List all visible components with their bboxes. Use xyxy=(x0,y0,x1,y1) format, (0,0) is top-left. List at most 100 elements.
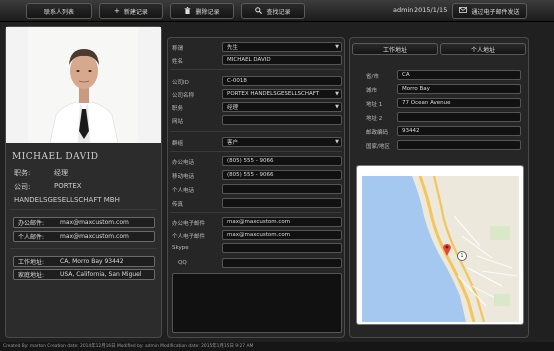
contact-name: MICHAEL DAVID xyxy=(12,152,99,162)
mobile-phone-value: (805) 555 - 9066 xyxy=(227,172,274,178)
personal-email-field-value: max@maxcustom.com xyxy=(227,232,291,238)
office-email-row[interactable]: 办公邮件: max@maxcustom.com xyxy=(13,217,155,228)
website-label: 网站 xyxy=(172,119,184,125)
office-email-label: 办公邮件: xyxy=(18,220,45,227)
office-phone-field[interactable]: (805) 555 - 9066 xyxy=(222,156,342,166)
office-phone-value: (805) 555 - 9066 xyxy=(227,158,274,164)
find-record-button[interactable]: 查找记录 xyxy=(241,3,305,19)
record-metadata-footer: Created By: marton Creation date: 2014年1… xyxy=(0,342,554,351)
tab-work-address[interactable]: 工作地址 xyxy=(352,43,438,55)
send-email-button[interactable]: 通过电子邮件发送 xyxy=(452,3,527,19)
name-value: MICHAEL DAVID xyxy=(227,57,271,63)
map-route-badge: 1 xyxy=(457,251,467,261)
office-email-field-label: 办公电子邮件 xyxy=(172,221,206,227)
work-address-row[interactable]: 工作地址: CA, Morro Bay 93442 xyxy=(13,256,155,267)
map-marker-icon[interactable] xyxy=(442,241,452,256)
qq-field[interactable] xyxy=(222,258,342,268)
contacts-list-label: 联系人列表 xyxy=(43,8,74,16)
contact-photo xyxy=(6,27,161,144)
country-label: 国家/地区 xyxy=(366,144,390,150)
salutation-value: 先生 xyxy=(227,45,239,51)
name-label: 姓名 xyxy=(172,59,184,65)
personal-email-field[interactable]: max@maxcustom.com xyxy=(222,230,342,240)
address1-label: 地址 1 xyxy=(366,102,383,108)
skype-label: Skype xyxy=(172,245,189,251)
title-value: 经理 xyxy=(54,169,68,177)
contacts-list-button[interactable]: 联系人列表 xyxy=(26,3,92,19)
divider xyxy=(170,151,342,152)
zip-field[interactable]: 93442 xyxy=(397,126,521,136)
company-full-name: HANDELSGESELLSCHAFT MBH xyxy=(14,196,120,204)
location-map[interactable] xyxy=(362,176,519,322)
delete-record-label: 删除记录 xyxy=(195,8,220,16)
city-value: Morro Bay xyxy=(402,86,430,92)
company-value: PORTEX xyxy=(54,182,82,190)
state-field[interactable]: CA xyxy=(397,70,521,80)
map-graphic xyxy=(362,176,519,322)
skype-field[interactable] xyxy=(222,243,342,253)
dropdown-arrow-icon: ▼ xyxy=(335,44,339,50)
home-address-value: USA, California, San Miguel xyxy=(60,271,142,278)
divider xyxy=(170,212,342,213)
dropdown-arrow-icon: ▼ xyxy=(335,139,339,145)
home-address-row[interactable]: 家庭地址: USA, California, San Miguel xyxy=(13,269,155,280)
zip-value: 93442 xyxy=(402,128,420,134)
personal-email-value: max@maxcustom.com xyxy=(60,233,129,240)
state-value: CA xyxy=(402,72,410,78)
dropdown-arrow-icon: ▼ xyxy=(335,104,339,110)
current-user: admin xyxy=(393,6,414,14)
delete-record-button[interactable]: 删除记录 xyxy=(170,3,234,19)
personal-phone-field[interactable] xyxy=(222,184,342,194)
contact-summary-panel: MICHAEL DAVID 职务: 经理 公司: PORTEX HANDELSG… xyxy=(5,26,162,338)
address1-field[interactable]: 77 Ocean Avenue xyxy=(397,98,521,108)
notes-area[interactable] xyxy=(172,273,342,333)
city-field[interactable]: Morro Bay xyxy=(397,84,521,94)
category-label: 群组 xyxy=(172,141,184,147)
tab-personal-address-label: 个人地址 xyxy=(470,46,495,54)
find-record-label: 查找记录 xyxy=(266,8,291,16)
trash-icon xyxy=(184,6,191,16)
new-record-button[interactable]: + 新建记录 xyxy=(99,3,163,19)
tab-personal-address[interactable]: 个人地址 xyxy=(440,43,526,55)
dropdown-arrow-icon: ▼ xyxy=(335,91,339,97)
category-value: 客户 xyxy=(227,140,239,146)
qq-label: QQ xyxy=(178,260,187,266)
category-select[interactable]: 客户 ▼ xyxy=(222,137,342,147)
divider xyxy=(10,248,157,249)
fax-field[interactable] xyxy=(222,198,342,208)
toolbar: 联系人列表 + 新建记录 删除记录 查找记录 admin 2015/1/15 通… xyxy=(0,0,554,22)
personal-email-field-label: 个人电子邮件 xyxy=(172,234,206,240)
company-id-label: 公司ID xyxy=(172,80,189,86)
company-id-field[interactable]: C-0018 xyxy=(222,76,342,86)
title-label: 职务: xyxy=(14,169,31,177)
current-date: 2015/1/15 xyxy=(414,6,448,14)
mobile-phone-field[interactable]: (805) 555 - 9066 xyxy=(222,170,342,180)
salutation-select[interactable]: 先生 ▼ xyxy=(222,42,342,52)
city-label: 城市 xyxy=(366,88,378,94)
company-name-field[interactable]: PORTEX HANDELSGESELLSCHAFT ▼ xyxy=(222,89,342,99)
tab-work-address-label: 工作地址 xyxy=(382,46,407,54)
zip-label: 邮政编码 xyxy=(366,130,389,136)
mobile-phone-label: 移动电话 xyxy=(172,174,195,180)
company-name-value: PORTEX HANDELSGESELLSCHAFT xyxy=(227,91,320,97)
divider xyxy=(170,69,342,70)
company-label: 公司: xyxy=(14,183,31,191)
personal-email-row[interactable]: 个人邮件: max@maxcustom.com xyxy=(13,231,155,242)
office-email-value: max@maxcustom.com xyxy=(60,219,129,226)
name-field[interactable]: MICHAEL DAVID xyxy=(222,55,342,65)
mail-icon xyxy=(459,7,468,15)
country-field[interactable] xyxy=(397,140,521,150)
address2-field[interactable] xyxy=(397,112,521,122)
position-value: 经理 xyxy=(227,105,239,111)
website-field[interactable] xyxy=(222,115,342,125)
new-record-label: 新建记录 xyxy=(123,8,148,16)
position-select[interactable]: 经理 ▼ xyxy=(222,102,342,112)
send-email-label: 通过电子邮件发送 xyxy=(471,8,520,16)
fax-label: 传真 xyxy=(172,202,184,208)
office-email-field[interactable]: max@maxcustom.com xyxy=(222,217,342,227)
personal-phone-label: 个人电话 xyxy=(172,188,195,194)
personal-email-label: 个人邮件: xyxy=(18,234,45,241)
state-label: 省/市 xyxy=(366,74,379,80)
divider xyxy=(10,209,157,210)
company-name-label: 公司名称 xyxy=(172,93,195,99)
